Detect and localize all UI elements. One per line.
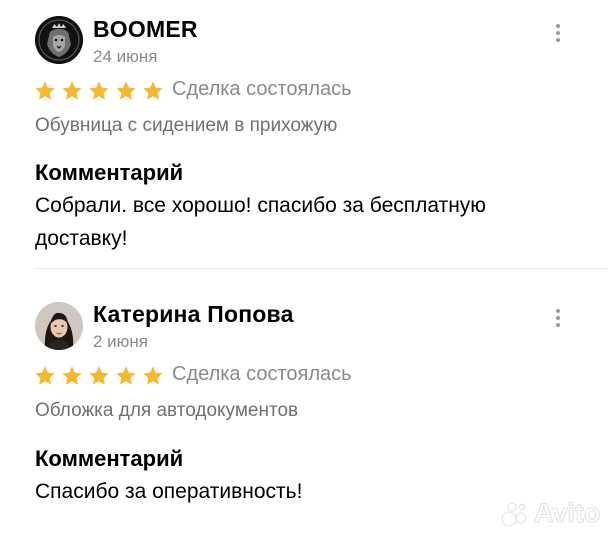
star-icon — [35, 366, 55, 385]
deal-status: Сделка состоялась — [172, 78, 352, 100]
star-icon — [116, 366, 136, 385]
dot-icon — [556, 31, 560, 35]
dot-icon — [556, 316, 560, 320]
avatar[interactable] — [35, 302, 83, 350]
dot-icon — [556, 38, 560, 42]
review-date: 24 июня — [93, 47, 158, 66]
author-name[interactable]: Катерина Попова — [93, 301, 294, 328]
review-divider — [35, 268, 608, 269]
comment-heading: Комментарий — [35, 160, 184, 185]
comment-text: Собрали. все хорошо! спасибо за бесплатн… — [35, 194, 487, 250]
dot-icon — [556, 309, 560, 313]
dot-icon — [556, 24, 560, 28]
comment-heading: Комментарий — [35, 446, 184, 471]
lion-logo-icon — [35, 16, 83, 64]
star-icon — [35, 81, 55, 100]
star-icon — [143, 366, 163, 385]
rating-stars — [34, 365, 164, 387]
deal-status: Сделка состоялась — [172, 363, 352, 385]
avito-watermark: Avito — [500, 498, 601, 529]
rating-stars — [34, 80, 164, 102]
star-icon — [62, 81, 82, 100]
avito-logo-icon — [501, 502, 527, 526]
star-icon — [62, 366, 82, 385]
more-options-button[interactable] — [548, 21, 568, 45]
user-photo — [35, 302, 83, 350]
star-icon — [89, 366, 109, 385]
more-options-button[interactable] — [548, 306, 568, 330]
product-name[interactable]: Обложка для автодокументов — [35, 400, 298, 422]
dot-icon — [556, 323, 560, 327]
avatar[interactable] — [35, 16, 83, 64]
comment-text: Спасибо за оперативность! — [35, 480, 303, 503]
star-icon — [143, 81, 163, 100]
star-icon — [89, 81, 109, 100]
watermark-text: Avito — [534, 498, 601, 529]
review-date: 2 июня — [93, 332, 149, 351]
author-name[interactable]: BOOMER — [93, 16, 198, 43]
star-icon — [116, 81, 136, 100]
product-name[interactable]: Обувница с сидением в прихожую — [35, 115, 337, 137]
